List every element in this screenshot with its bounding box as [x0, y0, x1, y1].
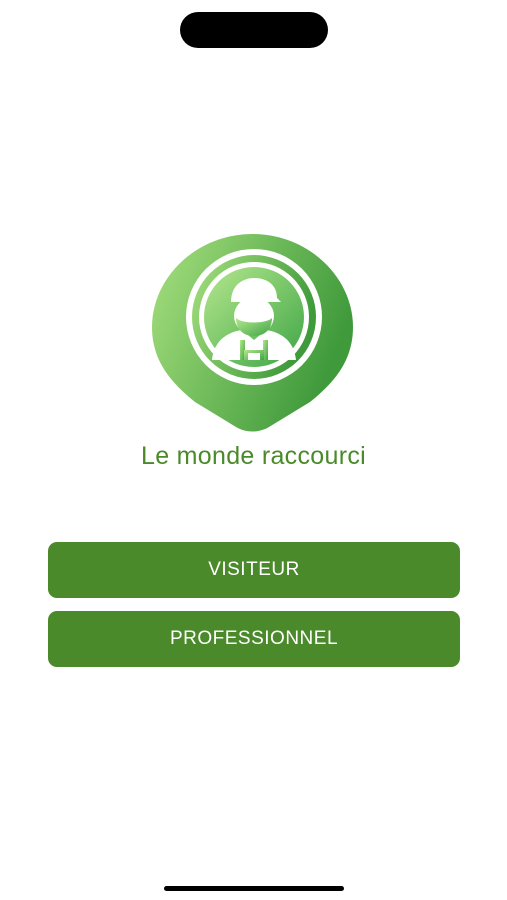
- dynamic-island: [180, 12, 328, 48]
- home-indicator: [164, 886, 344, 891]
- professional-button[interactable]: PROFESSIONNEL: [48, 611, 460, 667]
- app-name: Le monde raccourci: [141, 442, 366, 470]
- visitor-button[interactable]: VISITEUR: [48, 542, 460, 598]
- app-logo: [150, 232, 355, 432]
- map-pin-worker-icon: [152, 234, 353, 432]
- welcome-screen: Le monde raccourci VISITEUR PROFESSIONNE…: [0, 0, 507, 900]
